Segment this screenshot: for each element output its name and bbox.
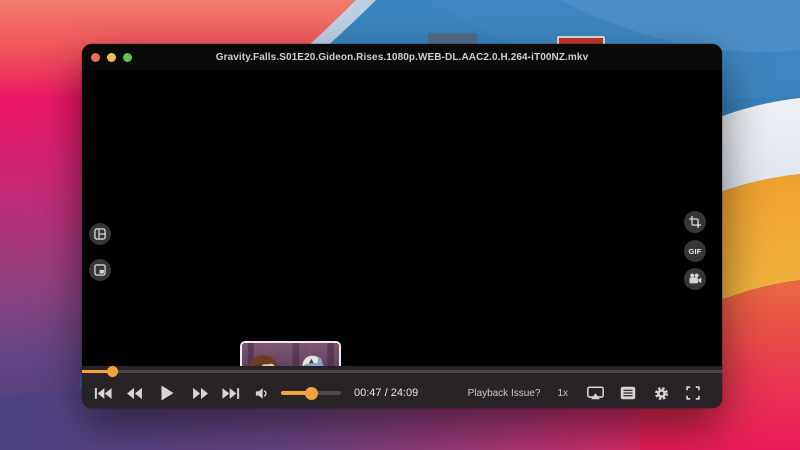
skip-forward-icon [222,387,240,400]
volume-knob[interactable] [305,387,318,400]
volume-slider[interactable] [281,391,341,395]
gear-icon [654,386,669,401]
secondary-controls: Playback Issue? 1x [468,383,722,403]
rewind-button[interactable] [124,383,144,403]
crop-icon [689,216,701,228]
window-title: Gravity.Falls.S01E20.Gideon.Rises.1080p.… [82,52,722,63]
crop-button[interactable] [684,211,706,233]
progress-knob[interactable] [107,366,118,377]
split-view-button[interactable] [89,223,111,245]
record-video-button[interactable] [684,268,706,290]
rewind-icon [126,387,143,400]
settings-button[interactable] [651,383,671,403]
fast-forward-icon [192,387,209,400]
titlebar[interactable]: Gravity.Falls.S01E20.Gideon.Rises.1080p.… [82,44,722,70]
desktop: Gravity.Falls.S01E20.Gideon.Rises.1080p.… [0,0,800,450]
traffic-lights [82,53,132,62]
skip-forward-button[interactable] [221,383,241,403]
playlist-icon [620,386,636,400]
zoom-button[interactable] [123,53,132,62]
close-button[interactable] [91,53,100,62]
speed-button[interactable]: 1x [557,388,568,399]
player-window: Gravity.Falls.S01E20.Gideon.Rises.1080p.… [82,44,722,408]
progress-bar[interactable] [82,370,722,373]
gif-button[interactable]: GIF [684,240,706,262]
transport-controls: 00:47 / 24:09 [82,383,418,403]
gif-button-label: GIF [688,247,701,256]
screen-mirroring-icon [587,386,604,400]
fast-forward-button[interactable] [190,383,210,403]
play-icon [161,385,174,401]
video-camera-icon [688,273,702,285]
screen-mirroring-button[interactable] [585,383,605,403]
time-display: 00:47 / 24:09 [354,387,418,399]
control-bar: 00:47 / 24:09 Playback Issue? 1x [82,366,722,408]
pip-button[interactable] [89,259,111,281]
volume-icon [255,387,271,400]
fullscreen-icon [686,386,700,400]
skip-back-button[interactable] [93,383,113,403]
play-button[interactable] [155,383,179,403]
video-area[interactable]: GIF [82,70,722,408]
playback-issue-link[interactable]: Playback Issue? [468,388,541,399]
split-view-icon [94,228,106,240]
fullscreen-button[interactable] [683,383,703,403]
minimize-button[interactable] [107,53,116,62]
controls-row: 00:47 / 24:09 Playback Issue? 1x [82,378,722,408]
skip-back-icon [94,387,112,400]
picture-in-picture-icon [94,264,106,276]
playlist-button[interactable] [618,383,638,403]
volume-button[interactable] [253,383,273,403]
